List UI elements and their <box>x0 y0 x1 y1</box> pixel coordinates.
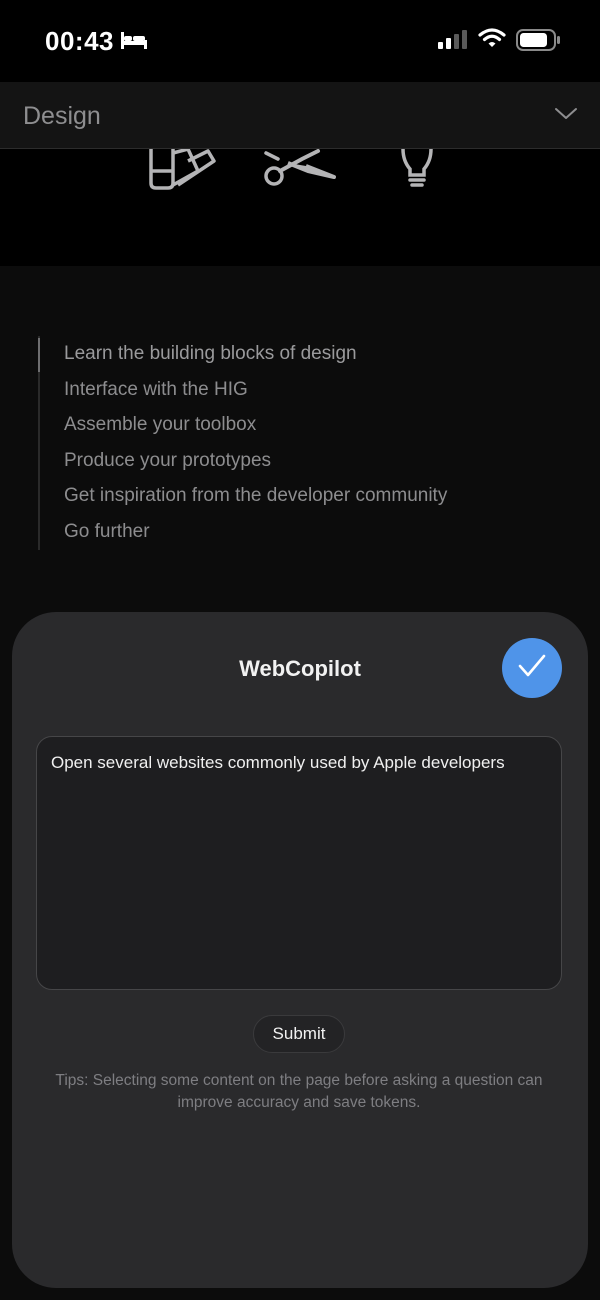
cellular-signal-icon <box>438 30 470 57</box>
toc-item[interactable]: Assemble your toolbox <box>64 407 447 443</box>
toc-item[interactable]: Produce your prototypes <box>64 443 447 479</box>
status-bar: 00:43 <box>0 0 600 82</box>
toc-item[interactable]: Learn the building blocks of design <box>64 336 447 372</box>
checkmark-icon <box>517 653 547 684</box>
toc-item[interactable]: Go further <box>64 514 447 550</box>
nav-title[interactable]: Design <box>23 102 101 131</box>
nav-bar: Design <box>0 82 600 149</box>
battery-icon <box>516 29 562 56</box>
sleep-icon <box>120 30 148 55</box>
wifi-icon <box>478 27 506 54</box>
chevron-down-icon[interactable] <box>554 106 578 127</box>
toc-item[interactable]: Interface with the HIG <box>64 372 447 408</box>
toc-active-indicator <box>38 338 40 372</box>
prompt-input[interactable]: Open several websites commonly used by A… <box>36 736 562 990</box>
hero-illustration <box>0 147 600 266</box>
tips-text: Tips: Selecting some content on the page… <box>55 1072 543 1111</box>
confirm-button[interactable] <box>502 638 562 698</box>
submit-button[interactable]: Submit <box>253 1015 345 1053</box>
webcopilot-sheet: WebCopilot Open several websites commonl… <box>12 612 588 1288</box>
table-of-contents: Learn the building blocks of design Inte… <box>38 336 447 550</box>
prompt-text: Open several websites commonly used by A… <box>51 753 505 772</box>
status-time: 00:43 <box>45 26 114 56</box>
toc-item[interactable]: Get inspiration from the developer commu… <box>64 478 447 514</box>
scissors-icon <box>262 149 338 194</box>
color-swatches-icon <box>148 147 218 196</box>
lightbulb-icon <box>400 148 434 194</box>
